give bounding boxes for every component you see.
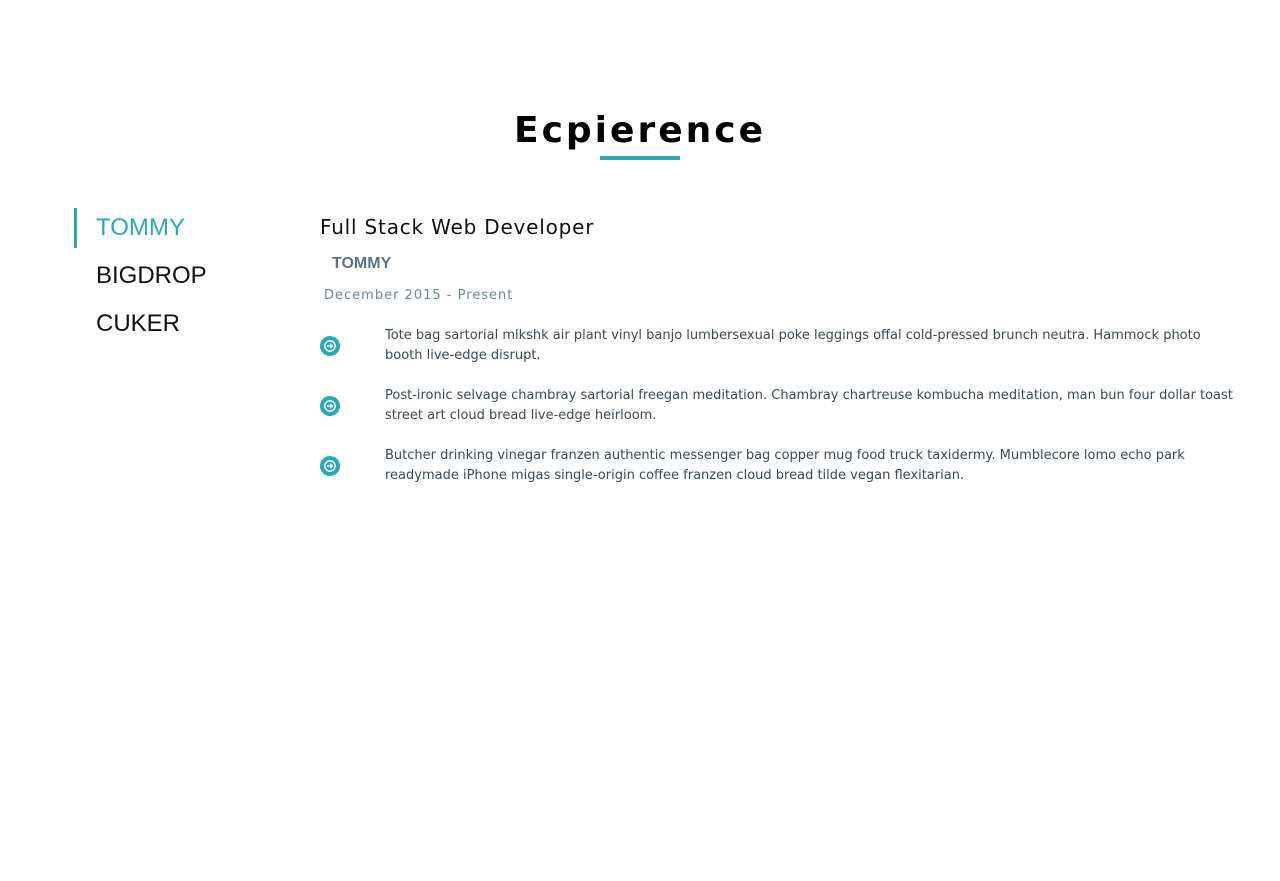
- section-title: Ecpierence: [513, 110, 766, 151]
- company-tab-list: TOMMY BIGDROP CUKER: [74, 206, 274, 350]
- title-underline: [600, 156, 680, 160]
- duty-text: Post-ironic selvage chambray sartorial f…: [385, 388, 1233, 423]
- duty-item: Butcher drinking vinegar franzen authent…: [320, 446, 1240, 486]
- arrow-circle-right-icon: [320, 456, 340, 476]
- arrow-circle-right-icon: [320, 336, 340, 356]
- duty-item: Tote bag sartorial mlkshk air plant viny…: [320, 326, 1240, 366]
- duty-text: Butcher drinking vinegar franzen authent…: [385, 448, 1185, 483]
- tab-bigdrop[interactable]: BIGDROP: [74, 254, 274, 302]
- arrow-circle-right-icon: [320, 396, 340, 416]
- job-detail-panel: Full Stack Web Developer TOMMY December …: [320, 212, 1240, 506]
- duty-item: Post-ironic selvage chambray sartorial f…: [320, 386, 1240, 426]
- job-dates: December 2015 - Present: [324, 288, 514, 303]
- duty-text: Tote bag sartorial mlkshk air plant viny…: [385, 328, 1201, 363]
- tab-tommy[interactable]: TOMMY: [74, 206, 274, 254]
- duty-list: Tote bag sartorial mlkshk air plant viny…: [320, 326, 1240, 486]
- job-title: Full Stack Web Developer: [320, 215, 595, 239]
- tab-cuker[interactable]: CUKER: [74, 302, 274, 350]
- job-company: TOMMY: [332, 255, 392, 272]
- experience-section: Ecpierence TOMMY BIGDROP CUKER Full Stac…: [0, 0, 1280, 881]
